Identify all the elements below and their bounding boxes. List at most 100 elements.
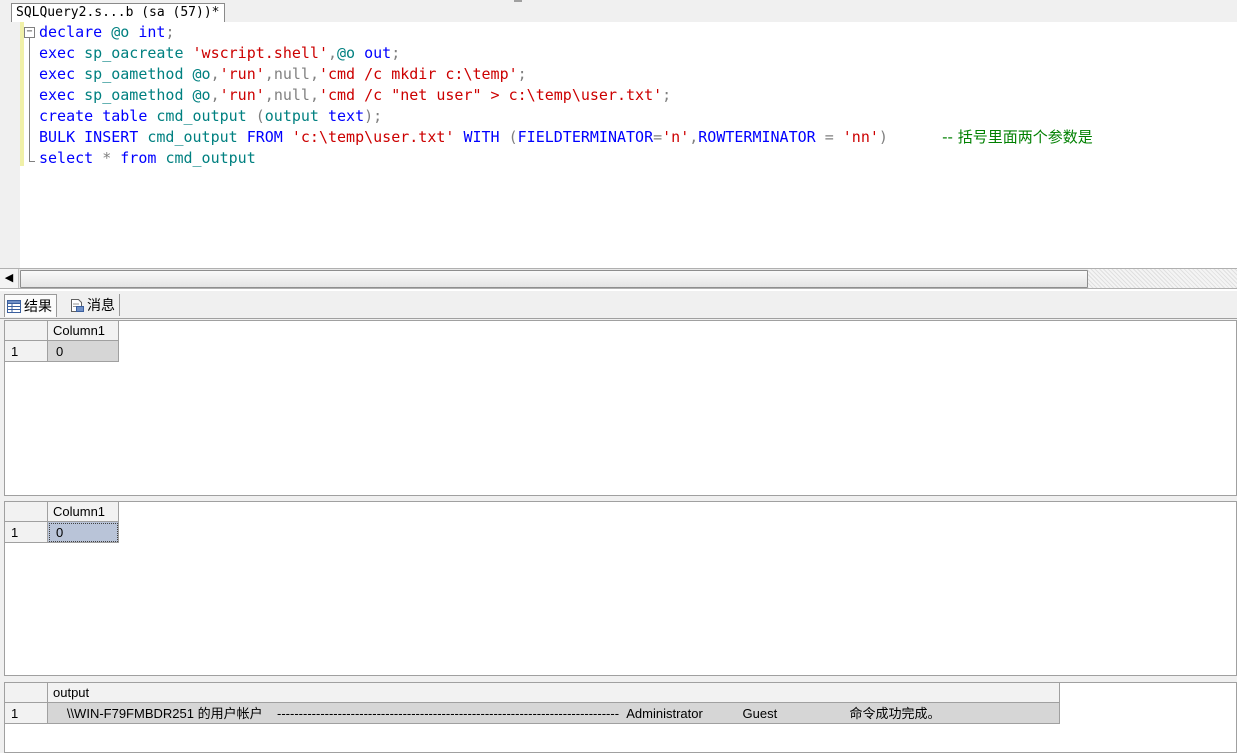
code-token: , xyxy=(210,86,220,104)
code-token: FROM xyxy=(246,128,292,146)
code-token: 'run' xyxy=(219,86,265,104)
code-token: sp_oamethod xyxy=(84,86,193,104)
editor-gutter xyxy=(0,22,20,268)
row-header[interactable]: 1 xyxy=(5,341,48,362)
code-token: exec xyxy=(39,65,85,83)
code-token: 'cmd /c mkdir c:\temp' xyxy=(318,65,518,83)
code-token: exec xyxy=(39,44,85,62)
scroll-track[interactable] xyxy=(1088,269,1237,288)
code-token: , xyxy=(264,65,274,83)
grid-corner[interactable] xyxy=(5,683,48,703)
code-token: FIELDTERMINATOR xyxy=(517,128,654,146)
result-grid-1[interactable]: Column1 1 0 xyxy=(4,320,1237,496)
code-line[interactable]: exec sp_oamethod @o,'run',null,'cmd /c m… xyxy=(39,64,1093,85)
code-token: ( xyxy=(255,107,265,125)
code-token: = xyxy=(824,128,843,146)
code-token: output xyxy=(264,107,328,125)
code-line[interactable]: select * from cmd_output xyxy=(39,148,1093,169)
code-token: = xyxy=(653,128,663,146)
outline-line-end xyxy=(29,161,35,162)
column-header[interactable]: Column1 xyxy=(48,502,119,522)
code-token: cmd_output xyxy=(147,128,247,146)
grid-icon xyxy=(7,300,21,313)
result-grid-3[interactable]: output 1 \\WIN-F79FMBDR251 的用户帐户 -------… xyxy=(4,682,1237,753)
code-token: 'wscript.shell' xyxy=(192,44,328,62)
code-token: , xyxy=(689,128,699,146)
code-token: text xyxy=(328,107,365,125)
collapse-region-icon[interactable]: − xyxy=(24,27,35,38)
tab-results-label: 结果 xyxy=(24,298,52,314)
code-token: sp_oacreate xyxy=(84,44,193,62)
code-token: from xyxy=(120,149,166,167)
code-line[interactable]: exec sp_oamethod @o,'run',null,'cmd /c "… xyxy=(39,85,1093,106)
code-token: WITH xyxy=(463,128,509,146)
change-tracking-bar xyxy=(20,22,24,166)
code-token: @o xyxy=(337,44,365,62)
column-header[interactable]: output xyxy=(48,683,1060,703)
sql-editor[interactable]: − declare @o int; exec sp_oacreate 'wscri… xyxy=(0,22,1237,268)
code-token: exec xyxy=(39,86,85,104)
code-token: 'n' xyxy=(662,128,690,146)
code-token: , xyxy=(309,86,319,104)
outline-line xyxy=(29,38,30,162)
grid-cell[interactable]: 0 xyxy=(48,341,119,362)
code-line[interactable]: exec sp_oacreate 'wscript.shell',@o out; xyxy=(39,43,1093,64)
code-token: ); xyxy=(364,107,383,125)
scroll-thumb[interactable] xyxy=(20,270,1088,288)
code-token: 'c:\temp\user.txt' xyxy=(291,128,464,146)
code-token: , xyxy=(309,65,319,83)
code-token: create xyxy=(39,107,103,125)
result-grid-2[interactable]: Column1 1 0 xyxy=(4,501,1237,676)
row-header[interactable]: 1 xyxy=(5,703,48,724)
code-token: , xyxy=(264,86,274,104)
grid-cell-selected[interactable]: 0 xyxy=(48,522,119,543)
splitter-grip[interactable] xyxy=(514,0,522,2)
code-token: @o xyxy=(192,65,211,83)
code-line[interactable]: create table cmd_output (output text); xyxy=(39,106,1093,127)
editor-horizontal-scrollbar[interactable]: ◀ xyxy=(0,268,1237,289)
code-token: ; xyxy=(165,23,175,41)
code-token: ; xyxy=(662,86,672,104)
tab-messages-label: 消息 xyxy=(87,297,115,313)
code-token: ; xyxy=(517,65,527,83)
results-tab-strip: 结果 消息 xyxy=(0,291,1237,319)
code-token: cmd_output xyxy=(156,107,256,125)
code-token: null xyxy=(273,65,310,83)
results-pane: Column1 1 0 Column1 1 0 output 1 \\WIN-F… xyxy=(0,319,1237,753)
code-token: table xyxy=(102,107,157,125)
code-token: out xyxy=(364,44,392,62)
row-header[interactable]: 1 xyxy=(5,522,48,543)
scroll-left-arrow-icon[interactable]: ◀ xyxy=(0,269,19,288)
code-token: BULK xyxy=(39,128,85,146)
code-token: @o xyxy=(192,86,211,104)
grid-cell[interactable]: \\WIN-F79FMBDR251 的用户帐户 ----------------… xyxy=(48,703,1060,724)
document-tab-strip: SQLQuery2.s...b (sa (57))* xyxy=(0,0,1237,23)
code-token: select xyxy=(39,149,103,167)
code-token: 'cmd /c "net user" > c:\temp\user.txt' xyxy=(318,86,663,104)
code-token: , xyxy=(328,44,338,62)
code-token: ( xyxy=(508,128,518,146)
code-token: declare xyxy=(39,23,112,41)
tab-messages[interactable]: 消息 xyxy=(68,294,120,316)
code-token: 'run' xyxy=(219,65,265,83)
code-lines[interactable]: declare @o int; exec sp_oacreate 'wscript… xyxy=(39,22,1093,169)
code-token: ) xyxy=(878,128,943,146)
code-token: sp_oamethod xyxy=(84,65,193,83)
code-token: cmd_output xyxy=(165,149,256,167)
code-line[interactable]: declare @o int; xyxy=(39,22,1093,43)
code-token: , xyxy=(210,65,220,83)
code-token: 'nn' xyxy=(842,128,879,146)
code-token: null xyxy=(273,86,310,104)
code-token: @o xyxy=(111,23,139,41)
tab-results[interactable]: 结果 xyxy=(4,294,57,317)
message-document-icon xyxy=(71,299,84,312)
code-token: -- 括号里面两个参数是 xyxy=(942,128,1093,146)
grid-corner[interactable] xyxy=(5,502,48,522)
code-token: INSERT xyxy=(84,128,148,146)
code-line[interactable]: BULK INSERT cmd_output FROM 'c:\temp\use… xyxy=(39,127,1093,148)
code-token: * xyxy=(102,149,121,167)
column-header[interactable]: Column1 xyxy=(48,321,119,341)
grid-corner[interactable] xyxy=(5,321,48,341)
query-document-tab[interactable]: SQLQuery2.s...b (sa (57))* xyxy=(11,3,225,22)
code-token: ; xyxy=(391,44,401,62)
